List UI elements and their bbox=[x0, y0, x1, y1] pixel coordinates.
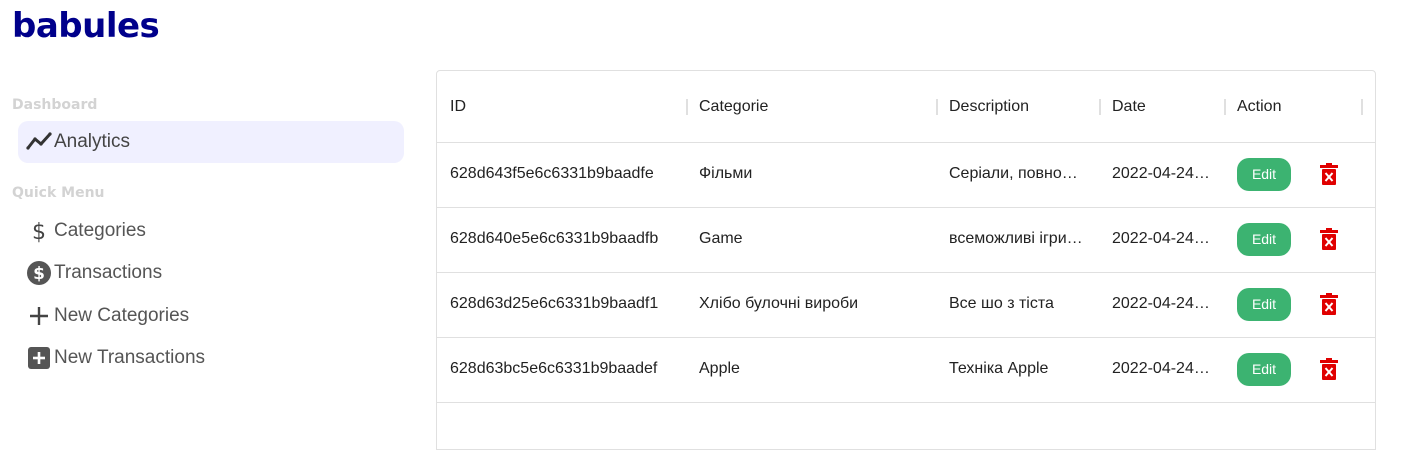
cell-category: Фільми bbox=[699, 165, 753, 182]
sidebar-item-label: Categories bbox=[54, 220, 146, 241]
delete-icon[interactable] bbox=[1317, 227, 1341, 251]
column-header-action[interactable]: Action bbox=[1237, 71, 1281, 142]
cell-edit: Edit bbox=[1237, 272, 1297, 336]
sidebar-item-label: New Transactions bbox=[54, 347, 206, 368]
sidebar-item-label: Analytics bbox=[54, 131, 131, 152]
sidebar-item-label: Transactions bbox=[54, 262, 163, 283]
sidebar-item-new-transactions[interactable]: New Transactions bbox=[18, 337, 404, 379]
cell-edit: Edit bbox=[1237, 207, 1297, 271]
cell-id: 628d640e5e6c6331b9baadfb bbox=[450, 230, 659, 247]
column-separator[interactable] bbox=[686, 99, 688, 115]
cell-description: Серіали, повнометражні фільми bbox=[949, 165, 1087, 182]
delete-icon[interactable] bbox=[1317, 162, 1341, 186]
cell-category: Хлібо булочні вироби bbox=[699, 295, 859, 312]
cell-category: Game bbox=[699, 230, 743, 247]
cell-delete bbox=[1317, 272, 1347, 336]
column-separator[interactable] bbox=[936, 99, 938, 115]
column-separator[interactable] bbox=[1099, 99, 1101, 115]
plus-square-icon bbox=[26, 345, 52, 371]
cell-category: Apple bbox=[699, 360, 740, 377]
column-header-categorie[interactable]: Categorie bbox=[699, 71, 768, 142]
sidebar-item-analytics[interactable]: Analytics bbox=[18, 121, 404, 163]
table-row[interactable]: 628d640e5e6c6331b9baadfb Game всеможливі… bbox=[437, 207, 1375, 273]
cell-id: 628d643f5e6c6331b9baadfe bbox=[450, 165, 654, 182]
edit-button[interactable]: Edit bbox=[1237, 287, 1291, 321]
sidebar-item-label: New Categories bbox=[54, 305, 190, 326]
column-separator[interactable] bbox=[1224, 99, 1226, 115]
cell-id: 628d63bc5e6c6331b9baadef bbox=[450, 360, 658, 377]
section-dashboard: Dashboard bbox=[12, 97, 98, 113]
column-header-date[interactable]: Date bbox=[1112, 71, 1146, 142]
table-row[interactable]: 628d63d25e6c6331b9baadf1 Хлібо булочні в… bbox=[437, 272, 1375, 338]
cell-delete bbox=[1317, 142, 1347, 206]
cell-delete bbox=[1317, 207, 1347, 271]
trending-line-icon bbox=[26, 129, 52, 155]
edit-button[interactable]: Edit bbox=[1237, 352, 1291, 386]
cell-edit: Edit bbox=[1237, 142, 1297, 206]
table-row[interactable]: 628d643f5e6c6331b9baadfe Фільми Серіали,… bbox=[437, 142, 1375, 208]
app-logo[interactable]: babules bbox=[12, 6, 160, 46]
transactions-table: ID Categorie Description Date Action 628… bbox=[436, 70, 1376, 450]
table-header: ID Categorie Description Date Action bbox=[437, 71, 1375, 143]
sidebar-item-new-categories[interactable]: New Categories bbox=[18, 295, 404, 337]
dollar-sign-icon: $ bbox=[26, 218, 52, 244]
column-header-id[interactable]: ID bbox=[450, 71, 466, 142]
delete-icon[interactable] bbox=[1317, 292, 1341, 316]
dollar-circle-icon: $ bbox=[26, 260, 52, 286]
cell-edit: Edit bbox=[1237, 337, 1297, 401]
cell-description: Техніка Apple bbox=[949, 360, 1049, 377]
cell-delete bbox=[1317, 337, 1347, 401]
cell-description: Все шо з тіста bbox=[949, 295, 1054, 312]
cell-date: 2022-04-24T00:00:00 bbox=[1112, 295, 1212, 312]
cell-description: всеможливі ігри для ПК bbox=[949, 230, 1087, 247]
plus-icon bbox=[26, 303, 52, 329]
cell-id: 628d63d25e6c6331b9baadf1 bbox=[450, 295, 659, 312]
delete-icon[interactable] bbox=[1317, 357, 1341, 381]
column-header-description[interactable]: Description bbox=[949, 71, 1029, 142]
svg-text:$: $ bbox=[33, 264, 45, 284]
edit-button[interactable]: Edit bbox=[1237, 222, 1291, 256]
sidebar-item-transactions[interactable]: $ Transactions bbox=[18, 252, 404, 294]
table-row[interactable]: 628d63bc5e6c6331b9baadef Apple Техніка A… bbox=[437, 337, 1375, 403]
section-quick-menu: Quick Menu bbox=[12, 185, 105, 201]
cell-date: 2022-04-24T00:00:00 bbox=[1112, 360, 1212, 377]
sidebar-item-categories[interactable]: $ Categories bbox=[18, 210, 404, 252]
svg-text:$: $ bbox=[32, 220, 46, 244]
cell-date: 2022-04-24T00:00:00 bbox=[1112, 230, 1212, 247]
column-separator[interactable] bbox=[1361, 99, 1363, 115]
edit-button[interactable]: Edit bbox=[1237, 157, 1291, 191]
cell-date: 2022-04-24T00:00:00 bbox=[1112, 165, 1212, 182]
